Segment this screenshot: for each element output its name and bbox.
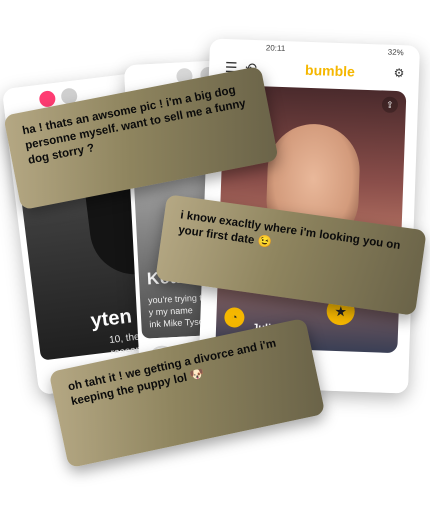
app-brand: bumble (304, 61, 356, 80)
status-battery: 32% (387, 47, 404, 58)
status-time: 20:11 (265, 43, 286, 54)
filter-icon[interactable]: ⚙ (391, 65, 408, 82)
share-icon[interactable]: ⇪ (381, 96, 399, 114)
